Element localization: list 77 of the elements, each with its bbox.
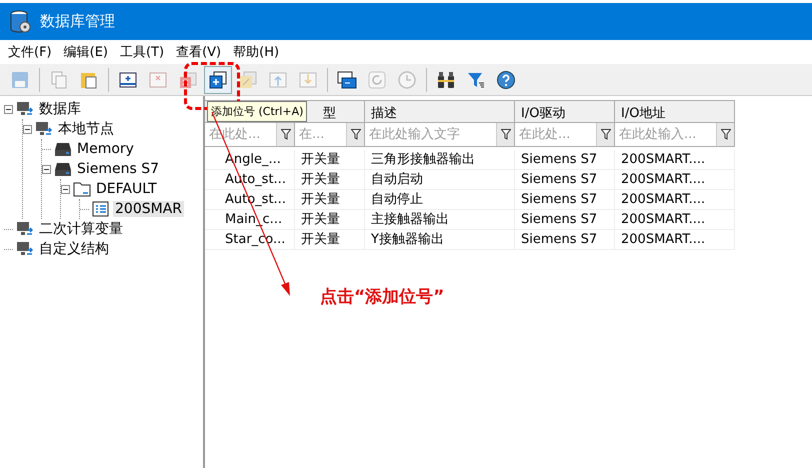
tree-item[interactable]: 本地节点 xyxy=(56,120,116,138)
filter-button[interactable] xyxy=(496,123,514,146)
column-header[interactable]: I/O驱动 xyxy=(515,100,615,123)
move-up-icon xyxy=(268,70,288,90)
database-icon xyxy=(10,10,32,34)
filter-button[interactable] xyxy=(346,123,364,146)
tree-item[interactable]: 数据库 xyxy=(37,100,83,118)
table-cell: Siemens S7 xyxy=(515,190,615,210)
filter-button[interactable] xyxy=(716,123,734,146)
list-icon xyxy=(92,201,110,217)
filter-icon xyxy=(500,129,510,140)
computer-icon xyxy=(16,101,34,117)
copy-icon xyxy=(49,70,69,90)
column-header[interactable]: 描述 xyxy=(365,100,515,123)
table-cell: Siemens S7 xyxy=(515,230,615,250)
tree-item[interactable]: 二次计算变量 xyxy=(37,220,125,238)
table-cell: 开关量 xyxy=(295,210,365,230)
table-cell: 200SMART.... xyxy=(615,170,735,190)
edit-icon xyxy=(238,70,258,90)
table-cell: 200SMART.... xyxy=(615,230,735,250)
menu-item[interactable]: 工具(T) xyxy=(114,43,170,61)
table-cell: 开关量 xyxy=(295,170,365,190)
add-icon xyxy=(208,70,228,90)
tree-item[interactable]: 自定义结构 xyxy=(37,240,111,258)
collapse-toggle[interactable] xyxy=(42,164,51,174)
computer-icon xyxy=(35,121,53,137)
tree-item[interactable]: 200SMAR xyxy=(113,201,184,217)
drive-icon xyxy=(54,161,72,177)
table-cell: 主接触器输出 xyxy=(365,210,515,230)
collapse-toggle[interactable] xyxy=(23,124,32,134)
tooltip: 添加位号 (Ctrl+A) xyxy=(207,101,308,122)
table-cell: Siemens S7 xyxy=(515,170,615,190)
folder-icon xyxy=(73,181,91,197)
table-cell: 200SMART.... xyxy=(615,210,735,230)
annotation-text: 点击“添加位号” xyxy=(320,286,444,308)
filter-button[interactable] xyxy=(276,123,294,146)
table-cell: 开关量 xyxy=(295,150,365,170)
filter-icon xyxy=(280,129,290,140)
collapse-toggle[interactable] xyxy=(4,104,13,114)
menu-item[interactable]: 帮助(H) xyxy=(227,43,286,61)
table-cell: 三角形接触器输出 xyxy=(365,150,515,170)
move-down-icon xyxy=(298,70,318,90)
column-header[interactable]: I/O地址 xyxy=(615,100,735,123)
table-cell: Y接触器输出 xyxy=(365,230,515,250)
binoculars-icon xyxy=(436,70,456,90)
menu-item[interactable]: 查看(V) xyxy=(170,43,228,61)
computer-icon xyxy=(16,241,34,257)
remove-row-icon xyxy=(148,70,168,90)
tree-item[interactable]: Siemens S7 xyxy=(75,161,162,177)
filter-icon xyxy=(720,129,730,140)
menu-item[interactable]: 文件(F) xyxy=(2,43,58,61)
add-row-icon xyxy=(118,70,138,90)
clock-icon xyxy=(397,70,417,90)
delete-icon xyxy=(178,70,198,90)
tree-item[interactable]: Memory xyxy=(75,141,136,157)
drive-icon xyxy=(54,141,72,157)
toolbar-button[interactable] xyxy=(204,66,232,94)
table-cell: Siemens S7 xyxy=(515,150,615,170)
menu-item[interactable]: 编辑(E) xyxy=(58,43,114,61)
refresh-icon xyxy=(367,70,387,90)
table-cell: 开关量 xyxy=(295,230,365,250)
window-title: 数据库管理 xyxy=(40,12,115,31)
table-cell: 自动启动 xyxy=(365,170,515,190)
window-icon xyxy=(337,70,357,90)
table-cell: 开关量 xyxy=(295,190,365,210)
tree-item[interactable]: DEFAULT xyxy=(94,181,159,197)
table-cell: Siemens S7 xyxy=(515,210,615,230)
computer-icon xyxy=(16,221,34,237)
help-icon xyxy=(496,70,516,90)
collapse-toggle[interactable] xyxy=(61,184,70,194)
filter-icon xyxy=(600,129,610,140)
table-cell: 200SMART.... xyxy=(615,190,735,210)
table-cell: 200SMART.... xyxy=(615,150,735,170)
save-icon xyxy=(10,70,30,90)
filter-icon xyxy=(350,129,360,140)
filter-button[interactable] xyxy=(596,123,614,146)
table-cell: 自动停止 xyxy=(365,190,515,210)
